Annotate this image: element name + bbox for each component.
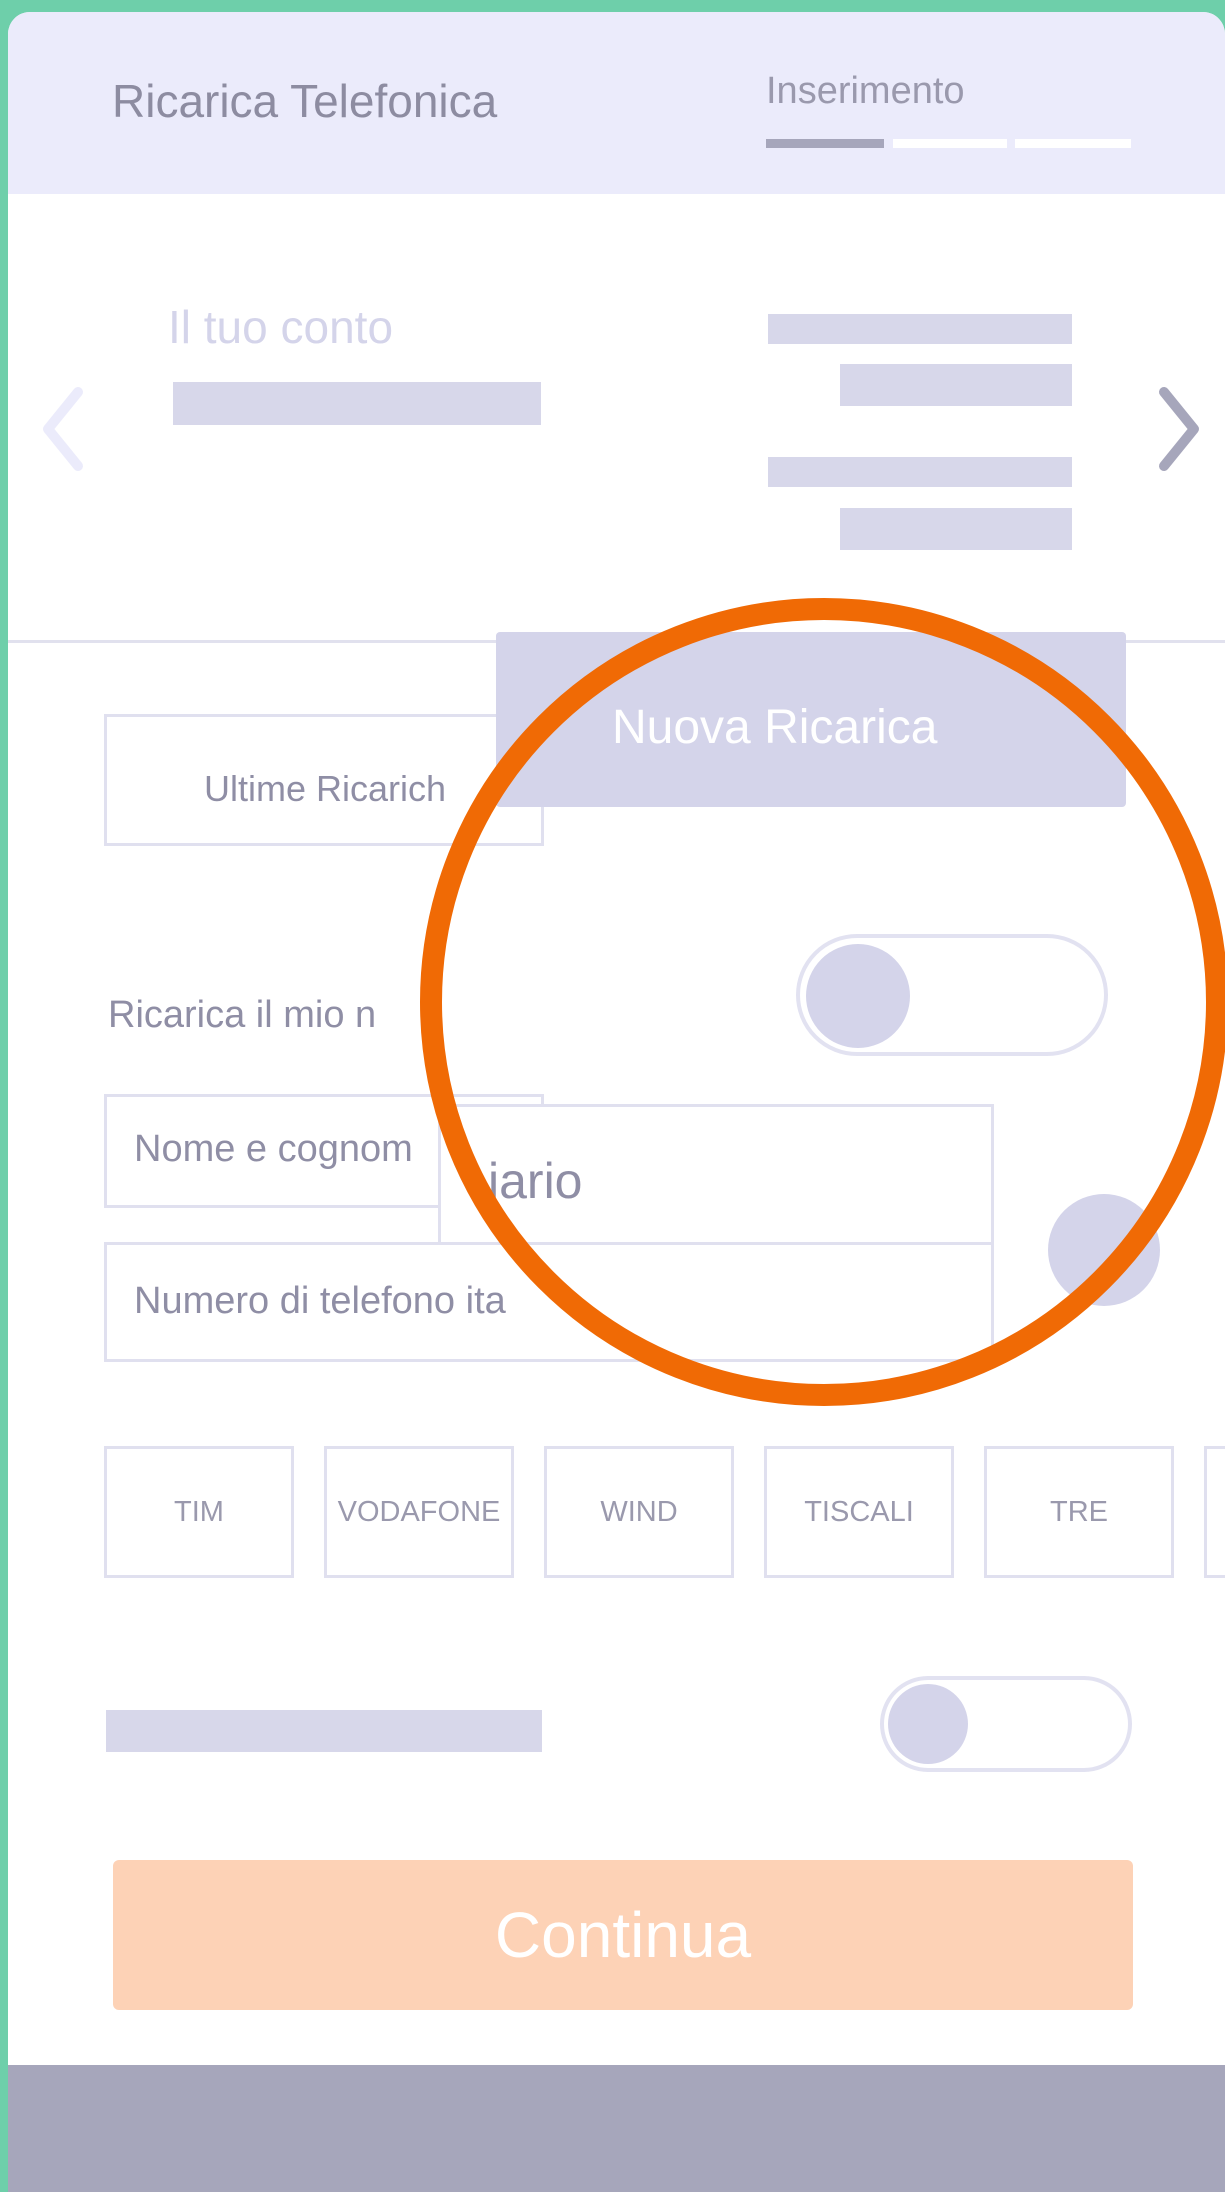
account-detail-placeholder	[768, 457, 1072, 487]
account-label: Il tuo conto	[168, 301, 394, 353]
header: Ricarica Telefonica Inserimento	[8, 12, 1225, 194]
step-indicator	[1015, 139, 1131, 148]
name-field-zoomed-text: iario	[488, 1153, 583, 1209]
option-toggle[interactable]	[880, 1676, 1132, 1772]
chevron-right-icon[interactable]	[1156, 384, 1204, 474]
option-label-placeholder	[106, 1710, 542, 1752]
toggle-knob	[806, 944, 910, 1048]
toggle-knob	[888, 1684, 968, 1764]
operator-tre[interactable]: TRE	[984, 1446, 1174, 1578]
tab-new-recharge-label: Nuova Ricarica	[612, 701, 938, 754]
tab-last-recharges-label: Ultime Ricarich	[204, 768, 447, 809]
chevron-left-icon[interactable]	[38, 384, 86, 474]
footer-bar	[8, 2065, 1225, 2192]
own-number-toggle[interactable]	[796, 934, 1108, 1056]
account-name-placeholder	[173, 382, 541, 425]
operator-more[interactable]	[1204, 1446, 1225, 1578]
operator-tim[interactable]: TIM	[104, 1446, 294, 1578]
account-detail-placeholder	[840, 508, 1072, 550]
phone-screen: Ricarica Telefonica Inserimento Il tuo c…	[8, 12, 1225, 2192]
operator-vodafone[interactable]: VODAFONE	[324, 1446, 514, 1578]
phone-field-placeholder: Numero di telefono ita	[134, 1280, 506, 1322]
operator-wind[interactable]: WIND	[544, 1446, 734, 1578]
name-field-placeholder: Nome e cognom	[134, 1128, 413, 1170]
step-label: Inserimento	[766, 70, 965, 112]
step-indicator	[893, 139, 1007, 148]
page-title: Ricarica Telefonica	[112, 75, 498, 127]
account-detail-placeholder	[768, 314, 1072, 344]
continue-button[interactable]: Continua	[113, 1860, 1133, 2010]
operator-tiscali[interactable]: TISCALI	[764, 1446, 954, 1578]
own-number-label: Ricarica il mio n	[108, 994, 377, 1036]
contacts-button[interactable]	[1048, 1194, 1160, 1306]
account-detail-placeholder	[840, 364, 1072, 406]
step-indicator-active	[766, 139, 884, 148]
